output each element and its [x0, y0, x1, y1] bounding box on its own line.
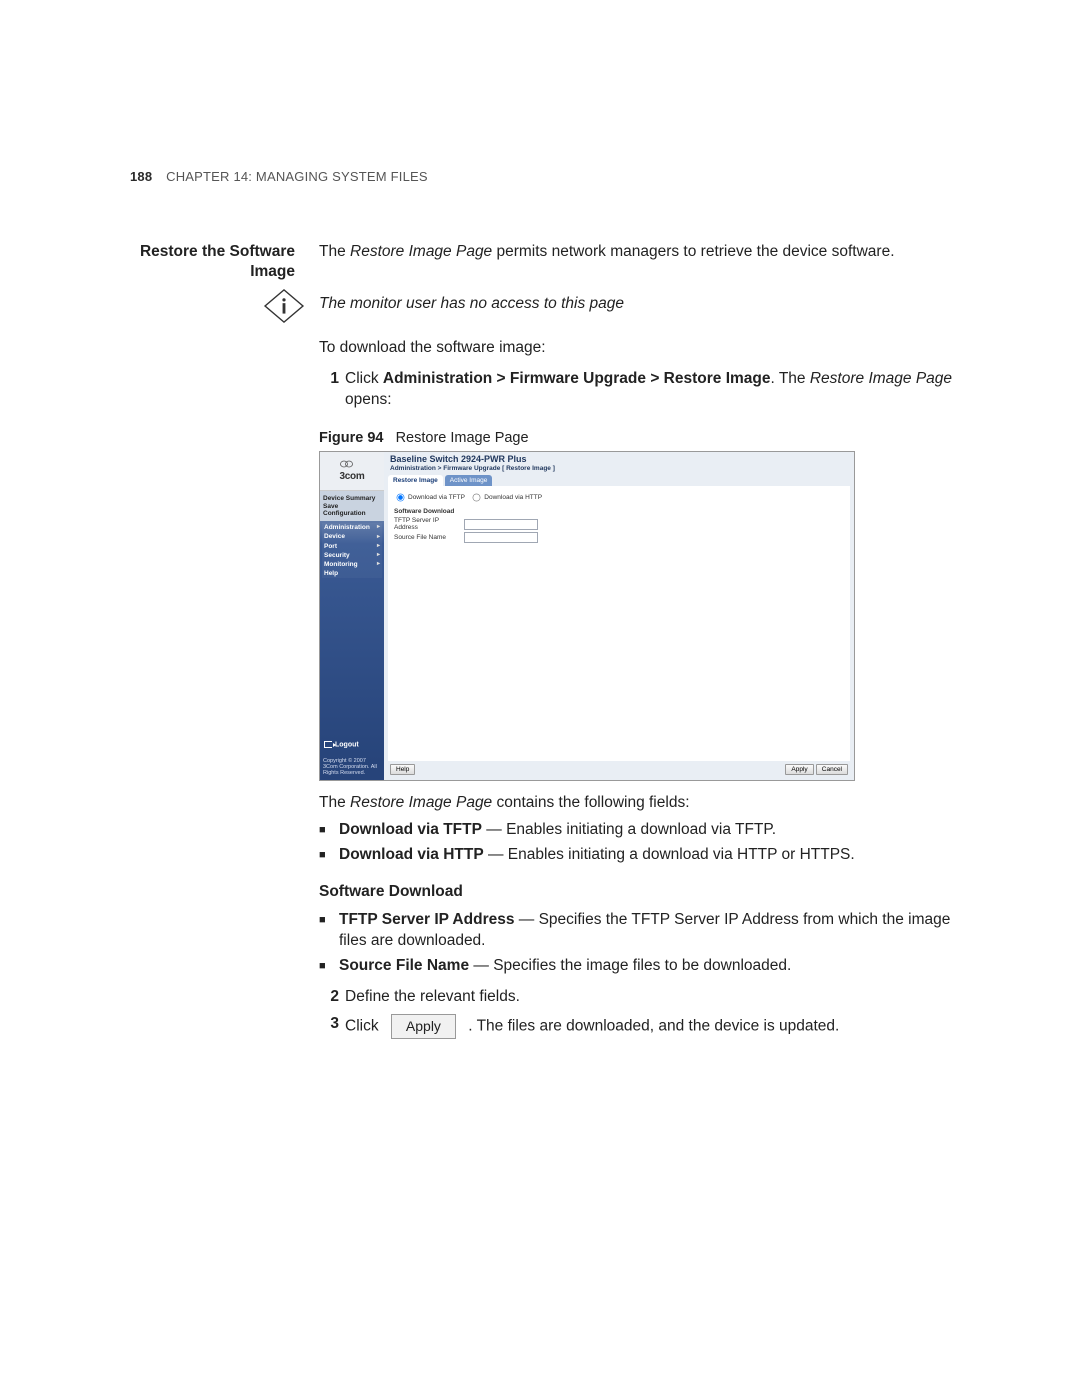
fb-panel: Download via TFTP Download via HTTP Soft… [388, 486, 850, 761]
fb-field-source-file: Source File Name [394, 532, 844, 543]
fb-main: Baseline Switch 2924-PWR Plus Administra… [384, 452, 854, 780]
note-text: The monitor user has no access to this p… [319, 288, 624, 315]
step-list: 1 Click Administration > Firmware Upgrad… [319, 369, 955, 411]
fb-radio-tftp-input[interactable] [397, 494, 405, 502]
step-list-continued: 2 Define the relevant fields. 3 Click Ap… [319, 987, 955, 1039]
chevron-right-icon: ▸ [377, 561, 380, 568]
chapter-label: CHAPTER 14: MANAGING SYSTEM FILES [166, 169, 428, 184]
left-margin-column: Restore the Software Image [130, 242, 295, 1046]
fb-menu-monitoring[interactable]: Monitoring▸ [322, 560, 382, 569]
logout-icon [324, 741, 332, 748]
fb-save-config-link[interactable]: Save Configuration [323, 503, 381, 517]
field-bullets-2: ■TFTP Server IP Address — Specifies the … [319, 910, 955, 977]
fb-tabs: Restore Image Active Image [384, 475, 854, 486]
intro-paragraph: The Restore Image Page permits network m… [319, 242, 955, 263]
document-page: 188 CHAPTER 14: MANAGING SYSTEM FILES Re… [0, 0, 1080, 1397]
fb-field-tftp-ip: TFTP Server IP Address [394, 517, 844, 531]
step-2: 2 Define the relevant fields. [319, 987, 955, 1008]
after-figure-text: The Restore Image Page contains the foll… [319, 793, 955, 1039]
fb-menu-administration[interactable]: Administration▸ [322, 523, 382, 532]
figure-screenshot: 3com Device Summary Save Configuration A… [319, 451, 855, 781]
figure-caption: Figure 94 Restore Image Page [319, 429, 955, 449]
note-row: The monitor user has no access to this p… [263, 288, 955, 324]
fb-tab-active-image[interactable]: Active Image [445, 475, 493, 486]
fb-menu-device[interactable]: Device▸ [322, 532, 382, 541]
chevron-right-icon: ▸ [377, 552, 380, 559]
page-header: 188 CHAPTER 14: MANAGING SYSTEM FILES [130, 168, 955, 186]
fb-label-source-file: Source File Name [394, 534, 464, 541]
fb-copyright: Copyright © 2007 3Com Corporation. All R… [320, 755, 384, 780]
fb-tab-restore-image[interactable]: Restore Image [388, 475, 443, 486]
step-number: 1 [319, 369, 339, 411]
fb-menu-help[interactable]: Help [322, 569, 382, 578]
contains-fields-line: The Restore Image Page contains the foll… [319, 793, 955, 814]
fb-sidebar: 3com Device Summary Save Configuration A… [320, 452, 384, 780]
fb-footer: Help Apply Cancel [384, 761, 854, 780]
fb-software-download-label: Software Download [394, 508, 844, 515]
fb-cancel-button[interactable]: Cancel [816, 764, 848, 775]
info-diamond-icon [263, 288, 305, 324]
fb-radio-tftp[interactable]: Download via TFTP [394, 494, 465, 501]
fb-help-button[interactable]: Help [390, 764, 415, 775]
fb-input-source-file[interactable] [464, 532, 538, 543]
fb-menu-port[interactable]: Port▸ [322, 542, 382, 551]
section-heading: Restore the Software Image [130, 242, 295, 284]
software-download-subhead: Software Download [319, 882, 955, 903]
chevron-right-icon: ▸ [377, 524, 380, 531]
fb-product-title: Baseline Switch 2924-PWR Plus [384, 452, 854, 465]
bullet-source-file: ■Source File Name — Specifies the image … [319, 956, 955, 977]
square-bullet-icon: ■ [319, 845, 339, 866]
square-bullet-icon: ■ [319, 820, 339, 841]
step-number: 2 [319, 987, 339, 1008]
fb-breadcrumb: Administration > Firmware Upgrade [ Rest… [384, 465, 854, 475]
square-bullet-icon: ■ [319, 956, 339, 977]
step-3: 3 Click Apply . The files are downloaded… [319, 1014, 955, 1039]
inline-apply-button[interactable]: Apply [391, 1014, 456, 1039]
main-columns: Restore the Software Image The Restore I… [130, 242, 955, 1046]
to-download-label: To download the software image: [319, 338, 955, 359]
step-1: 1 Click Administration > Firmware Upgrad… [319, 369, 955, 411]
chevron-right-icon: ▸ [377, 543, 380, 550]
fb-radio-http[interactable]: Download via HTTP [470, 494, 542, 501]
fb-input-tftp-ip[interactable] [464, 519, 538, 530]
fb-menu: Administration▸ Device▸ Port▸ Security▸ … [320, 521, 384, 580]
page-number: 188 [130, 169, 152, 184]
chevron-right-icon: ▸ [377, 534, 380, 541]
fb-radio-row: Download via TFTP Download via HTTP [394, 491, 844, 504]
bullet-download-tftp: ■Download via TFTP — Enables initiating … [319, 820, 955, 841]
field-bullets-1: ■Download via TFTP — Enables initiating … [319, 820, 955, 866]
fb-device-summary-link[interactable]: Device Summary [323, 495, 381, 502]
fb-side-top: Device Summary Save Configuration [320, 491, 384, 521]
fb-apply-button[interactable]: Apply [785, 764, 813, 775]
body-column: The Restore Image Page permits network m… [319, 242, 955, 1046]
bullet-download-http: ■Download via HTTP — Enables initiating … [319, 845, 955, 866]
fb-label-tftp-ip: TFTP Server IP Address [394, 517, 464, 531]
fb-logout-button[interactable]: Logout [320, 735, 384, 755]
bullet-tftp-ip: ■TFTP Server IP Address — Specifies the … [319, 910, 955, 952]
fb-menu-security[interactable]: Security▸ [322, 551, 382, 560]
step-number: 3 [319, 1014, 339, 1039]
fb-logo: 3com [320, 452, 384, 491]
fb-radio-http-input[interactable] [473, 494, 481, 502]
square-bullet-icon: ■ [319, 910, 339, 952]
